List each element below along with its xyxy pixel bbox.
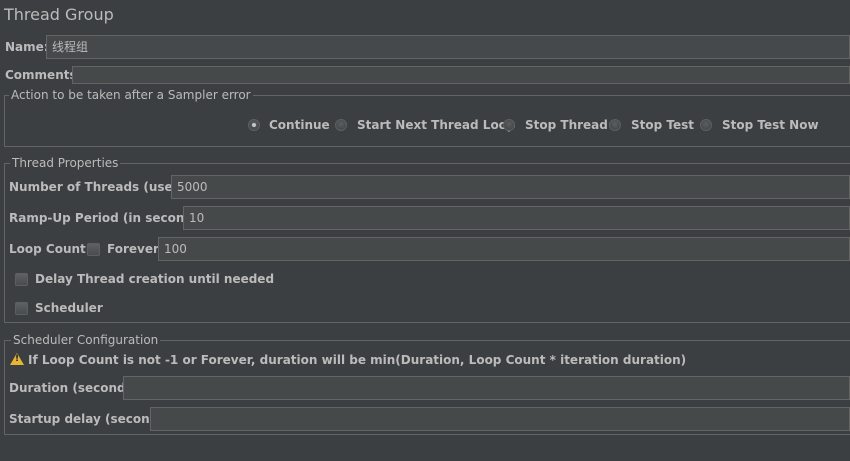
forever-label[interactable]: Forever bbox=[107, 242, 159, 256]
start-next-loop-label[interactable]: Start Next Thread Loop bbox=[357, 118, 516, 132]
rampup-label: Ramp-Up Period (in seconds): bbox=[9, 211, 211, 225]
stop-test-now-radio[interactable] bbox=[700, 119, 712, 131]
start-next-loop-radio[interactable] bbox=[335, 119, 347, 131]
thread-properties-legend: Thread Properties bbox=[10, 156, 121, 170]
radio-selected-icon bbox=[248, 119, 260, 131]
stop-test-radio[interactable] bbox=[609, 119, 621, 131]
name-field[interactable]: 线程组 bbox=[46, 35, 850, 59]
sampler-error-legend: Action to be taken after a Sampler error bbox=[9, 88, 253, 102]
radio-icon bbox=[700, 119, 712, 131]
delay-thread-checkbox[interactable] bbox=[15, 273, 28, 286]
scheduler-label[interactable]: Scheduler bbox=[35, 301, 103, 315]
delay-thread-label[interactable]: Delay Thread creation until needed bbox=[35, 272, 274, 286]
stop-thread-radio[interactable] bbox=[503, 119, 515, 131]
page-title: Thread Group bbox=[4, 5, 114, 24]
continue-label[interactable]: Continue bbox=[269, 118, 330, 132]
threads-label: Number of Threads (users): bbox=[9, 180, 197, 194]
radio-icon bbox=[609, 119, 621, 131]
startup-delay-field[interactable] bbox=[150, 407, 850, 431]
name-label: Name: bbox=[5, 40, 49, 54]
duration-field[interactable] bbox=[123, 376, 850, 400]
stop-test-now-label[interactable]: Stop Test Now bbox=[722, 118, 819, 132]
scheduler-config-legend: Scheduler Configuration bbox=[11, 333, 161, 347]
comments-field[interactable] bbox=[72, 66, 850, 84]
loop-count-label: Loop Count: bbox=[9, 242, 91, 256]
forever-checkbox[interactable] bbox=[87, 243, 100, 256]
warning-triangle-icon: ! bbox=[10, 353, 24, 365]
warning-text: If Loop Count is not -1 or Forever, dura… bbox=[28, 353, 687, 367]
radio-icon bbox=[335, 119, 347, 131]
duration-label: Duration (seconds) bbox=[9, 381, 139, 395]
loop-count-field[interactable]: 100 bbox=[158, 237, 850, 261]
threads-field[interactable]: 5000 bbox=[171, 175, 850, 199]
comments-label: Comments: bbox=[5, 68, 82, 82]
continue-radio[interactable] bbox=[248, 119, 260, 131]
stop-thread-label[interactable]: Stop Thread bbox=[525, 118, 608, 132]
radio-icon bbox=[503, 119, 515, 131]
stop-test-label[interactable]: Stop Test bbox=[631, 118, 694, 132]
startup-delay-label: Startup delay (seconds) bbox=[9, 412, 171, 426]
rampup-field[interactable]: 10 bbox=[183, 206, 850, 230]
scheduler-checkbox[interactable] bbox=[15, 302, 28, 315]
